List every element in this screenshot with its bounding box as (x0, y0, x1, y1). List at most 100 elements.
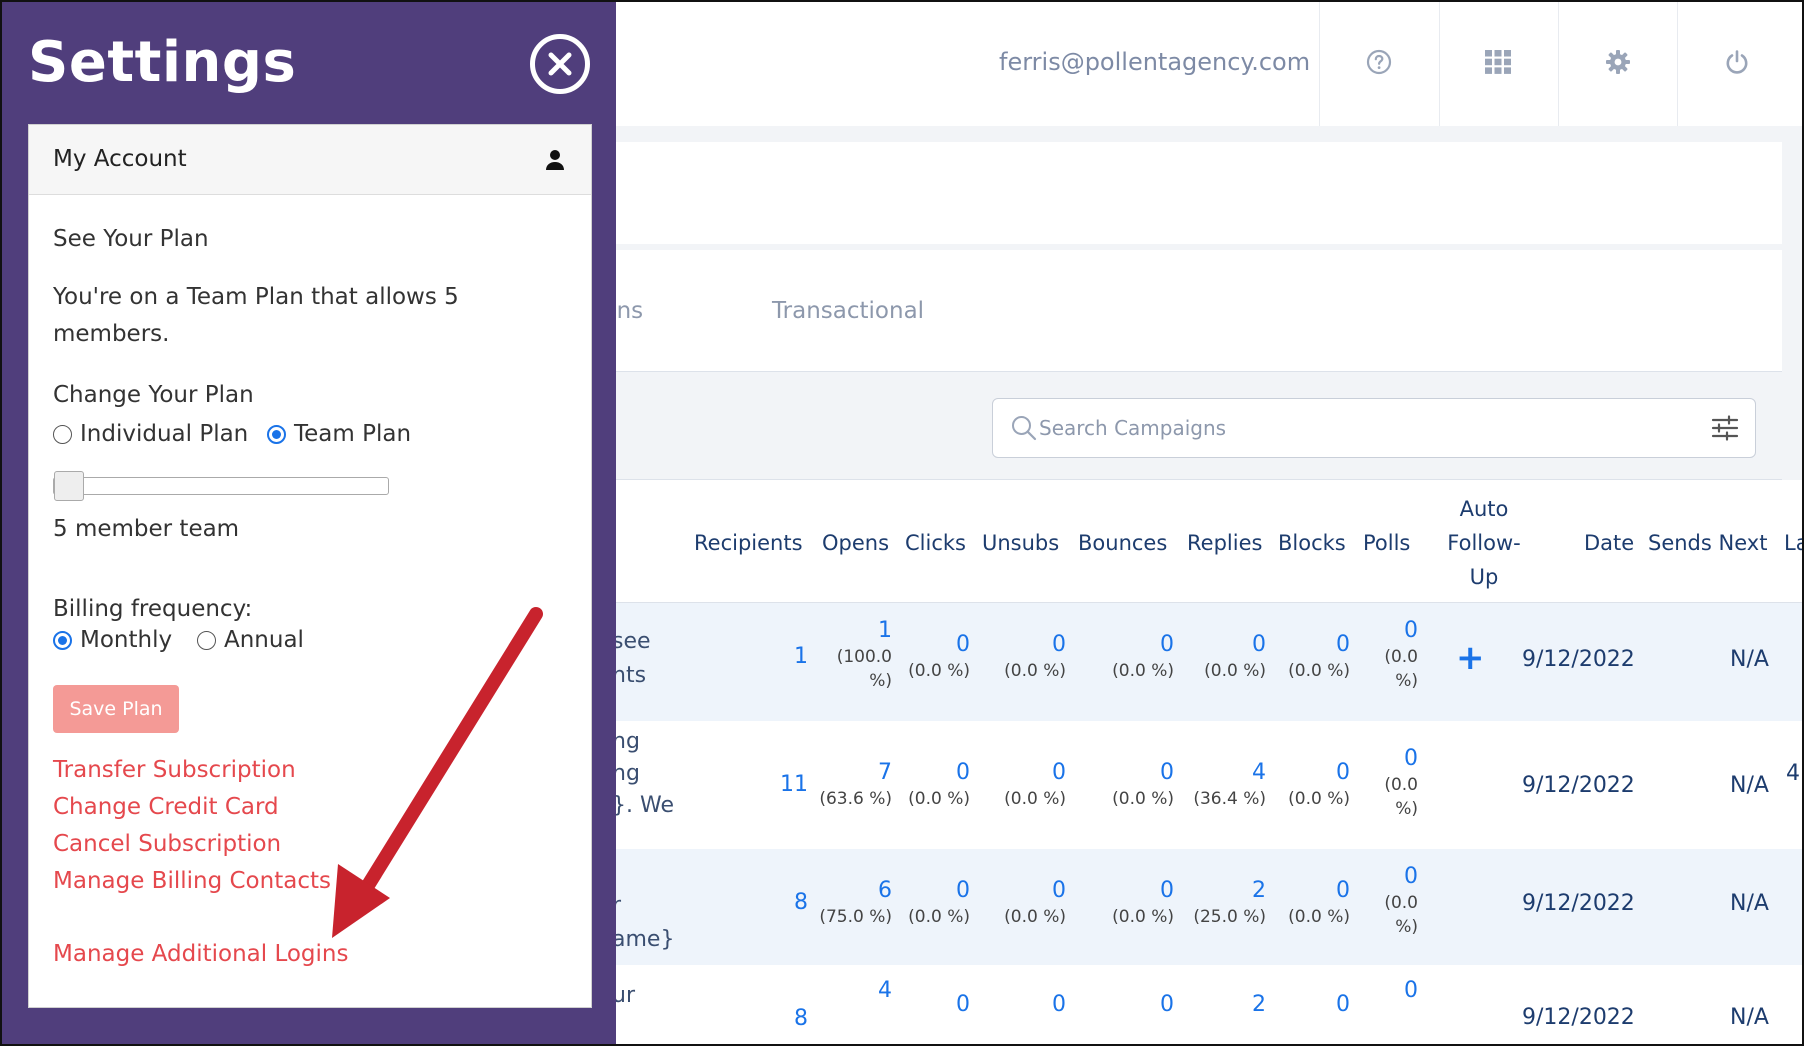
col-last-partial[interactable]: La (1784, 526, 1802, 560)
opens-value[interactable]: 7 (812, 759, 892, 787)
col-unsubs[interactable]: Unsubs (982, 526, 1059, 560)
col-sends-next[interactable]: Sends Next (1648, 526, 1767, 560)
bounces-percent: (0.0 %) (1112, 907, 1174, 927)
table-row[interactable]: ng ng }. We 11 7 (63.6 %) 0 (0.0 %) 0 (0… (602, 721, 1802, 849)
polls-value[interactable]: 0 (1372, 745, 1418, 773)
unsubs-value[interactable]: 0 (998, 759, 1066, 787)
unsubs-value[interactable]: 0 (998, 631, 1066, 659)
team-plan-radio[interactable] (267, 424, 286, 444)
col-blocks[interactable]: Blocks (1278, 526, 1346, 560)
add-auto-followup-button[interactable]: + (1456, 641, 1485, 675)
manage-additional-logins-link[interactable]: Manage Additional Logins (53, 941, 348, 967)
clicks-value[interactable]: 0 (902, 877, 970, 905)
unsubs-value[interactable]: 0 (998, 991, 1066, 1019)
replies-value[interactable]: 0 (1198, 631, 1266, 659)
recipients-value[interactable]: 8 (722, 1005, 808, 1033)
clicks-value[interactable]: 0 (902, 991, 970, 1019)
bounces-value[interactable]: 0 (1106, 877, 1174, 905)
col-replies[interactable]: Replies (1187, 526, 1262, 560)
blocks-value[interactable]: 0 (1282, 877, 1350, 905)
replies-value[interactable]: 2 (1190, 877, 1266, 905)
individual-plan-radio[interactable] (53, 424, 72, 444)
annual-radio[interactable] (197, 630, 216, 650)
polls-value[interactable]: 0 (1372, 977, 1418, 1005)
filter-sliders-icon[interactable] (1711, 415, 1739, 441)
clicks-percent: (0.0 %) (908, 907, 970, 927)
individual-plan-label: Individual Plan (80, 421, 249, 447)
recipients-value[interactable]: 1 (722, 643, 808, 671)
campaign-name-fragment: }. We (612, 793, 674, 818)
col-polls[interactable]: Polls (1363, 526, 1410, 560)
polls-percent: (0.0 (1384, 893, 1418, 913)
annual-option[interactable]: Annual (197, 627, 304, 653)
polls-percent: (0.0 (1384, 647, 1418, 667)
monthly-radio[interactable] (53, 630, 72, 650)
blocks-value[interactable]: 0 (1282, 759, 1350, 787)
campaign-name-fragment: ame} (612, 927, 675, 952)
polls-value[interactable]: 0 (1372, 617, 1418, 645)
search-icon (1011, 415, 1037, 441)
col-opens[interactable]: Opens (822, 526, 889, 560)
cancel-subscription-link[interactable]: Cancel Subscription (53, 831, 281, 857)
save-plan-button[interactable]: Save Plan (53, 685, 179, 733)
bounces-value[interactable]: 0 (1106, 991, 1174, 1019)
individual-plan-option[interactable]: Individual Plan (53, 421, 248, 447)
change-plan-label: Change Your Plan (53, 382, 254, 408)
opens-value[interactable]: 6 (812, 877, 892, 905)
blocks-percent: (0.0 %) (1288, 907, 1350, 927)
opens-value[interactable]: 4 (826, 977, 892, 1005)
bounces-percent: (0.0 %) (1112, 789, 1174, 809)
last-value-partial: 4 (1786, 761, 1800, 786)
monthly-label: Monthly (80, 627, 173, 653)
blocks-value[interactable]: 0 (1282, 991, 1350, 1019)
replies-value[interactable]: 2 (1198, 991, 1266, 1019)
col-auto-followup-line3[interactable]: Up (1440, 560, 1528, 594)
opens-percent: (63.6 %) (819, 789, 892, 809)
col-auto-followup-line2[interactable]: Follow- (1430, 526, 1538, 560)
account-card-header[interactable]: My Account (29, 125, 591, 195)
col-recipients[interactable]: Recipients (694, 526, 803, 560)
gear-icon[interactable] (1602, 46, 1634, 78)
search-box[interactable] (992, 398, 1756, 458)
recipients-value[interactable]: 11 (722, 771, 808, 799)
clicks-value[interactable]: 0 (902, 631, 970, 659)
blocks-value[interactable]: 0 (1282, 631, 1350, 659)
monthly-option[interactable]: Monthly (53, 627, 172, 653)
team-plan-label: Team Plan (294, 421, 412, 447)
unsubs-value[interactable]: 0 (998, 877, 1066, 905)
polls-value[interactable]: 0 (1372, 863, 1418, 891)
col-date[interactable]: Date (1584, 526, 1634, 560)
search-input[interactable] (1039, 411, 1639, 445)
col-bounces[interactable]: Bounces (1078, 526, 1167, 560)
replies-value[interactable]: 4 (1190, 759, 1266, 787)
bounces-value[interactable]: 0 (1106, 631, 1174, 659)
manage-billing-contacts-link[interactable]: Manage Billing Contacts (53, 868, 331, 894)
apps-grid-icon[interactable] (1482, 46, 1514, 78)
opens-value[interactable]: 1 (826, 617, 892, 645)
bounces-percent: (0.0 %) (1112, 661, 1174, 681)
recipients-value[interactable]: 8 (722, 889, 808, 917)
help-icon[interactable] (1363, 46, 1395, 78)
bounces-value[interactable]: 0 (1106, 759, 1174, 787)
campaigns-table: Recipients Opens Clicks Unsubs Bounces R… (602, 480, 1802, 1044)
table-row[interactable]: see nts 1 1 (100.0 %) 0 (0.0 %) 0 (0.0 %… (602, 603, 1802, 721)
app-frame: ferris@pollentagency.com gns Transaction… (0, 0, 1804, 1046)
tab-transactional[interactable]: Transactional (772, 298, 924, 324)
col-clicks[interactable]: Clicks (905, 526, 966, 560)
clicks-value[interactable]: 0 (902, 759, 970, 787)
close-settings-button[interactable] (530, 34, 590, 94)
sends-next-value: N/A (1730, 773, 1769, 798)
col-auto-followup-line1[interactable]: Auto (1440, 492, 1528, 526)
team-size-slider-handle[interactable] (54, 471, 84, 501)
replies-percent: (0.0 %) (1204, 661, 1266, 681)
transfer-subscription-link[interactable]: Transfer Subscription (53, 757, 296, 783)
power-icon[interactable] (1721, 46, 1753, 78)
table-row[interactable]: ur 8 4 0 0 0 2 0 0 9/12/2022 N/A (602, 965, 1802, 1044)
team-size-slider[interactable] (53, 471, 389, 501)
change-credit-card-link[interactable]: Change Credit Card (53, 794, 279, 820)
user-email[interactable]: ferris@pollentagency.com (999, 48, 1310, 76)
team-plan-option[interactable]: Team Plan (267, 421, 411, 447)
table-row[interactable]: r ame} 8 6 (75.0 %) 0 (0.0 %) 0 (0.0 %) … (602, 849, 1802, 965)
page-header-panel (602, 142, 1782, 244)
account-card: My Account See Your Plan You're on a Tea… (28, 124, 592, 1008)
